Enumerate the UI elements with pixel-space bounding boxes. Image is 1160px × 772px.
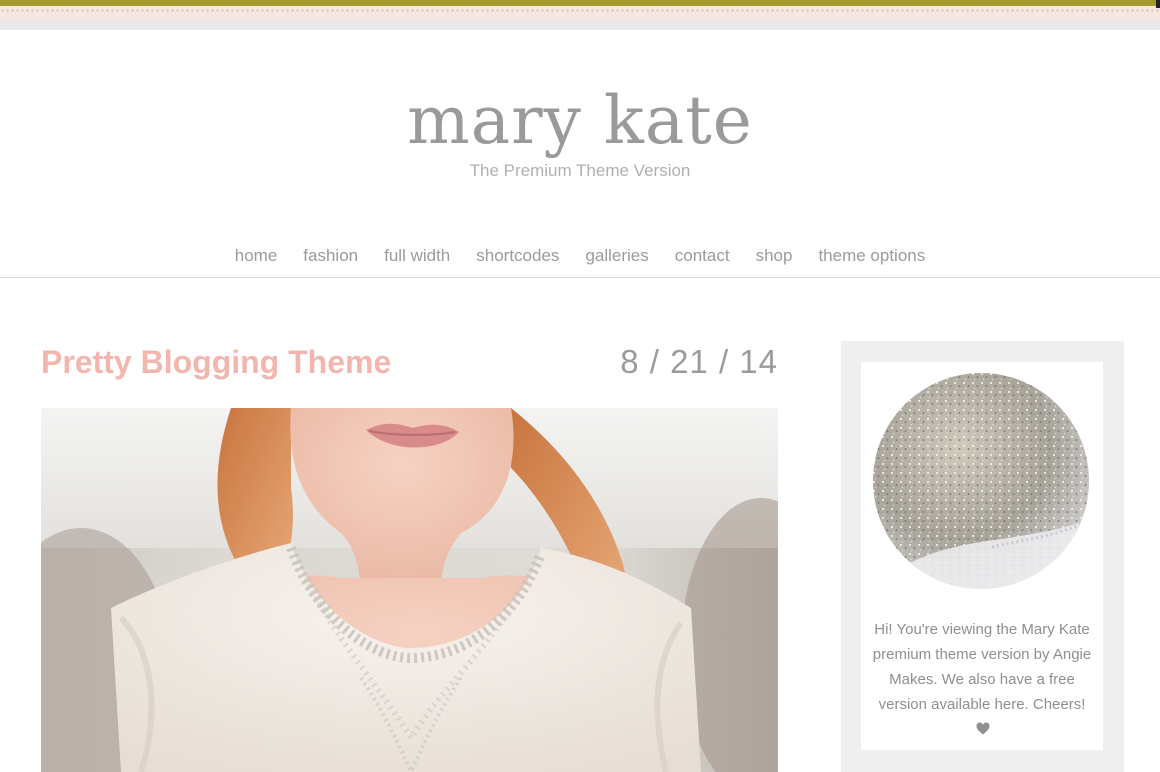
nav-item-home[interactable]: home [235, 243, 278, 269]
sidebar: Hi! You're viewing the Mary Kate premium… [841, 341, 1124, 772]
post-date: 8 / 21 / 14 [620, 343, 778, 380]
about-widget: Hi! You're viewing the Mary Kate premium… [861, 362, 1103, 750]
dotted-stitch-line [0, 9, 1160, 12]
nav-item-shop[interactable]: shop [756, 243, 793, 269]
silver-glitter-circle-icon [873, 373, 1089, 589]
nav-item-contact[interactable]: contact [675, 243, 730, 269]
dark-corner-mark [1156, 0, 1160, 8]
glitter-photo [872, 372, 1090, 590]
about-text-body: Hi! You're viewing the Mary Kate premium… [872, 621, 1092, 713]
post-featured-image[interactable] [41, 408, 778, 772]
nav-item-fashion[interactable]: fashion [303, 243, 358, 269]
main-navigation: home fashion full width shortcodes galle… [0, 243, 1160, 269]
nav-divider [0, 277, 1160, 278]
post-title[interactable]: Pretty Blogging Theme [41, 342, 391, 382]
grey-stripe [0, 24, 1160, 30]
photo-of-girl-icon [41, 408, 778, 772]
site-tagline: The Premium Theme Version [469, 161, 691, 180]
nav-item-shortcodes[interactable]: shortcodes [476, 243, 559, 269]
site-title[interactable]: mary kate [0, 78, 1160, 164]
nav-item-galleries[interactable]: galleries [585, 243, 648, 269]
nav-item-theme-options[interactable]: theme options [818, 243, 925, 269]
about-text: Hi! You're viewing the Mary Kate premium… [871, 617, 1093, 742]
nav-item-full-width[interactable]: full width [384, 243, 450, 269]
decorative-top-border [0, 0, 1160, 30]
heart-icon [976, 722, 990, 735]
